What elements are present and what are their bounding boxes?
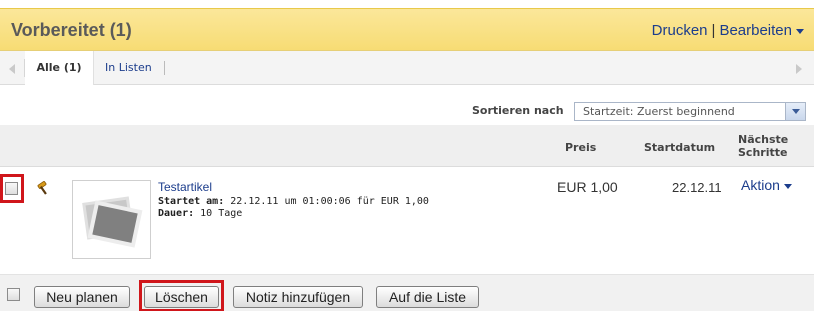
duration-value: 10 Tage: [200, 208, 243, 219]
chevron-down-icon: [783, 183, 792, 189]
column-price: Preis: [565, 141, 597, 154]
add-to-list-button[interactable]: Auf die Liste: [376, 286, 479, 308]
select-all-checkbox[interactable]: [7, 288, 20, 301]
start-value: 22.12.11 um 01:00:06 für EUR 1,00: [230, 196, 429, 207]
duration-label: Dauer:: [158, 208, 195, 219]
header-actions: Drucken | Bearbeiten: [652, 22, 804, 39]
dropdown-arrow-icon[interactable]: [785, 103, 805, 120]
sort-label: Sortieren nach: [472, 104, 564, 117]
reschedule-button[interactable]: Neu planen: [34, 286, 130, 308]
header-separator: |: [711, 22, 716, 39]
action-label: Aktion: [741, 177, 780, 193]
page-title: Vorbereitet (1): [11, 20, 132, 40]
tab-in-lists[interactable]: In Listen: [105, 51, 152, 85]
print-link[interactable]: Drucken: [652, 22, 708, 39]
item-duration-line: Dauer: 10 Tage: [158, 208, 242, 219]
edit-label: Bearbeiten: [719, 22, 792, 39]
item-title-link[interactable]: Testartikel: [158, 180, 212, 194]
column-next-steps: Nächste Schritte: [738, 133, 789, 159]
action-dropdown[interactable]: Aktion: [741, 177, 792, 193]
item-start-date: 22.12.11: [672, 180, 722, 195]
edit-dropdown[interactable]: Bearbeiten: [719, 22, 804, 39]
sort-selected-value: Startzeit: Zuerst beginnend: [583, 105, 735, 118]
item-price: EUR 1,00: [557, 179, 618, 195]
chevron-down-icon: [796, 28, 804, 34]
chevron-left-icon[interactable]: [9, 64, 15, 74]
sort-select[interactable]: Startzeit: Zuerst beginnend: [574, 102, 806, 121]
footer-toolbar: Neu planen Löschen Notiz hinzufügen Auf …: [0, 274, 814, 311]
start-label: Startet am:: [158, 196, 225, 207]
item-start-line: Startet am: 22.12.11 um 01:00:06 für EUR…: [158, 196, 429, 207]
image-placeholder-icon: [82, 196, 143, 248]
tab-bar: Alle (1) In Listen: [0, 51, 814, 92]
tab-all[interactable]: Alle (1): [25, 51, 94, 92]
section-header: Vorbereitet (1) Drucken | Bearbeiten: [0, 8, 814, 51]
column-start-date: Startdatum: [644, 141, 716, 154]
table-header: Preis Startdatum Nächste Schritte: [0, 125, 814, 167]
tab-divider: [164, 61, 165, 75]
chevron-right-icon[interactable]: [796, 64, 802, 74]
add-note-button[interactable]: Notiz hinzufügen: [233, 286, 363, 308]
item-checkbox[interactable]: [5, 182, 18, 195]
delete-button[interactable]: Löschen: [144, 286, 219, 308]
item-thumbnail[interactable]: [72, 180, 151, 259]
hammer-icon: [36, 180, 52, 200]
